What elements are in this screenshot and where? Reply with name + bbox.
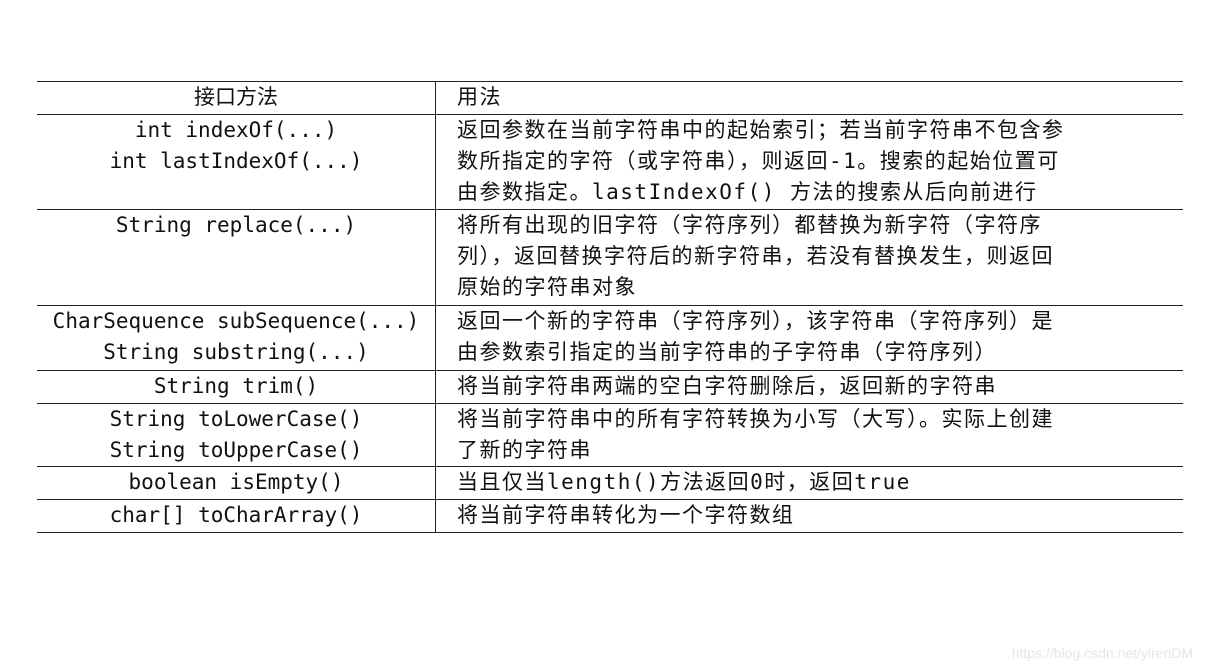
method-signature: char[] toCharArray() [109,503,363,527]
usage-line: 将所有出现的旧字符（字符序列）都替换为新字符（字符序 [457,213,1042,237]
usage-line: 由参数指定。lastIndexOf() 方法的搜索从后向前进行 [457,180,1038,204]
table-row: String replace(...) 将所有出现的旧字符（字符序列）都替换为新字… [37,209,1183,306]
usage-line: 了新的字符串 [457,438,592,462]
usage-cell: 返回一个新的字符串（字符序列），该字符串（字符序列）是 由参数索引指定的当前字符串… [435,305,1183,371]
usage-cell: 将当前字符串中的所有字符转换为小写（大写）。实际上创建 了新的字符串 [435,403,1183,467]
method-signature: int lastIndexOf(...) [109,149,363,173]
usage-line: 数所指定的字符（或字符串），则返回-1。搜索的起始位置可 [457,149,1060,173]
usage-line: 将当前字符串中的所有字符转换为小写（大写）。实际上创建 [457,407,1054,431]
usage-line: 返回参数在当前字符串中的起始索引；若当前字符串不包含参 [457,118,1065,142]
table-header-row: 接口方法 用法 [37,81,1183,115]
method-cell: String replace(...) [37,209,436,306]
method-signature: String replace(...) [115,213,357,237]
usage-line: 将当前字符串两端的空白字符删除后，返回新的字符串 [457,374,997,398]
method-signature: String toUpperCase() [109,438,363,462]
header-method: 接口方法 [37,81,436,115]
method-cell: String toLowerCase() String toUpperCase() [37,403,436,467]
usage-cell: 将当前字符串转化为一个字符数组 [435,499,1183,533]
table-row: char[] toCharArray() 将当前字符串转化为一个字符数组 [37,499,1183,533]
table-row: boolean isEmpty() 当且仅当length()方法返回0时，返回tr… [37,466,1183,500]
method-cell: CharSequence subSequence(...) String subs… [37,305,436,371]
usage-cell: 返回参数在当前字符串中的起始索引；若当前字符串不包含参 数所指定的字符（或字符串）… [435,114,1183,210]
method-signature: String toLowerCase() [109,407,363,431]
usage-cell: 将当前字符串两端的空白字符删除后，返回新的字符串 [435,370,1183,404]
usage-line: 将当前字符串转化为一个字符数组 [457,503,795,527]
table-row: String toLowerCase() String toUpperCase()… [37,403,1183,467]
string-methods-table: 接口方法 用法 int indexOf(...) int lastIndexOf(… [37,81,1183,533]
method-signature: String substring(...) [103,340,369,364]
usage-line: 原始的字符串对象 [457,275,637,299]
usage-line: 返回一个新的字符串（字符序列），该字符串（字符序列）是 [457,309,1054,333]
usage-line: 列），返回替换字符后的新字符串，若没有替换发生，则返回 [457,244,1054,268]
method-cell: char[] toCharArray() [37,499,436,533]
usage-cell: 当且仅当length()方法返回0时，返回true [435,466,1183,500]
table-row: String trim() 将当前字符串两端的空白字符删除后，返回新的字符串 [37,370,1183,404]
method-signature: CharSequence subSequence(...) [52,309,420,333]
method-signature: int indexOf(...) [134,118,338,142]
method-cell: int indexOf(...) int lastIndexOf(...) [37,114,436,210]
watermark: https://blog.csdn.net/yirenDM [1011,645,1193,661]
usage-line: 当且仅当length()方法返回0时，返回true [457,470,911,494]
method-cell: String trim() [37,370,436,404]
method-cell: boolean isEmpty() [37,466,436,500]
usage-cell: 将所有出现的旧字符（字符序列）都替换为新字符（字符序 列），返回替换字符后的新字符… [435,209,1183,306]
method-signature: boolean isEmpty() [128,470,344,494]
table-row: int indexOf(...) int lastIndexOf(...) 返回参数… [37,114,1183,210]
usage-line: 由参数索引指定的当前字符串的子字符串（字符序列） [457,340,997,364]
table-row: CharSequence subSequence(...) String subs… [37,305,1183,371]
header-usage: 用法 [435,81,1183,115]
method-signature: String trim() [153,374,319,398]
